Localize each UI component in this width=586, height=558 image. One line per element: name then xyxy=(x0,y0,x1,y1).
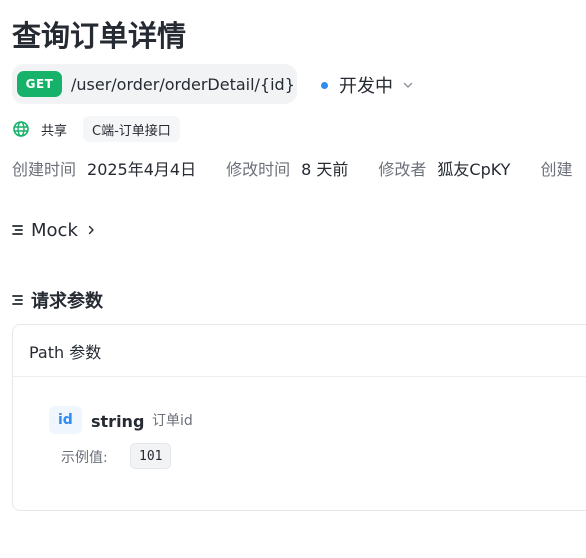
http-method-badge: GET xyxy=(17,71,62,97)
mock-section-title: Mock xyxy=(31,219,78,241)
metadata-row: 创建时间 2025年4月4日 修改时间 8 天前 修改者 狐友CpKY 创建 xyxy=(12,155,572,181)
modified-label: 修改时间 xyxy=(226,160,291,179)
endpoint-path: /user/order/orderDetail/{id} xyxy=(71,74,295,94)
param-type: string xyxy=(91,411,145,431)
param-name-badge[interactable]: id xyxy=(49,406,82,434)
status-dot-icon xyxy=(321,81,328,89)
folder-tag[interactable]: C端-订单接口 xyxy=(83,116,180,142)
sharing-row: 共享 C端-订单接口 xyxy=(12,116,180,142)
globe-icon xyxy=(12,120,30,138)
created-label: 创建时间 xyxy=(12,160,77,179)
param-description: 订单id xyxy=(152,413,193,429)
example-value[interactable]: 101 xyxy=(130,443,172,469)
path-params-card: Path 参数 id string 订单id 示例值: 101 xyxy=(12,324,586,511)
path-params-header: Path 参数 xyxy=(13,325,586,377)
mock-section-toggle[interactable]: Mock xyxy=(12,215,96,245)
modifier-label: 修改者 xyxy=(378,160,427,179)
example-value-label: 示例值: xyxy=(61,450,108,466)
request-params-section: 请求参数 xyxy=(12,285,103,315)
created-value: 2025年4月4日 xyxy=(87,160,197,179)
section-list-icon xyxy=(12,293,24,307)
chevron-right-icon xyxy=(86,224,96,236)
status-label: 开发中 xyxy=(339,76,393,97)
creator-label: 创建 xyxy=(540,160,573,179)
modified-value: 8 天前 xyxy=(301,160,349,179)
request-params-title: 请求参数 xyxy=(31,291,103,312)
page-title: 查询订单详情 xyxy=(12,19,187,53)
status-dropdown[interactable]: 开发中 xyxy=(321,72,414,98)
next-section-peek xyxy=(12,548,152,558)
chevron-down-icon xyxy=(402,79,414,91)
section-list-icon xyxy=(12,223,24,237)
modifier-value: 狐友CpKY xyxy=(437,160,511,179)
endpoint-url-bar[interactable]: GET /user/order/orderDetail/{id} xyxy=(12,64,297,104)
share-label[interactable]: 共享 xyxy=(41,120,67,139)
